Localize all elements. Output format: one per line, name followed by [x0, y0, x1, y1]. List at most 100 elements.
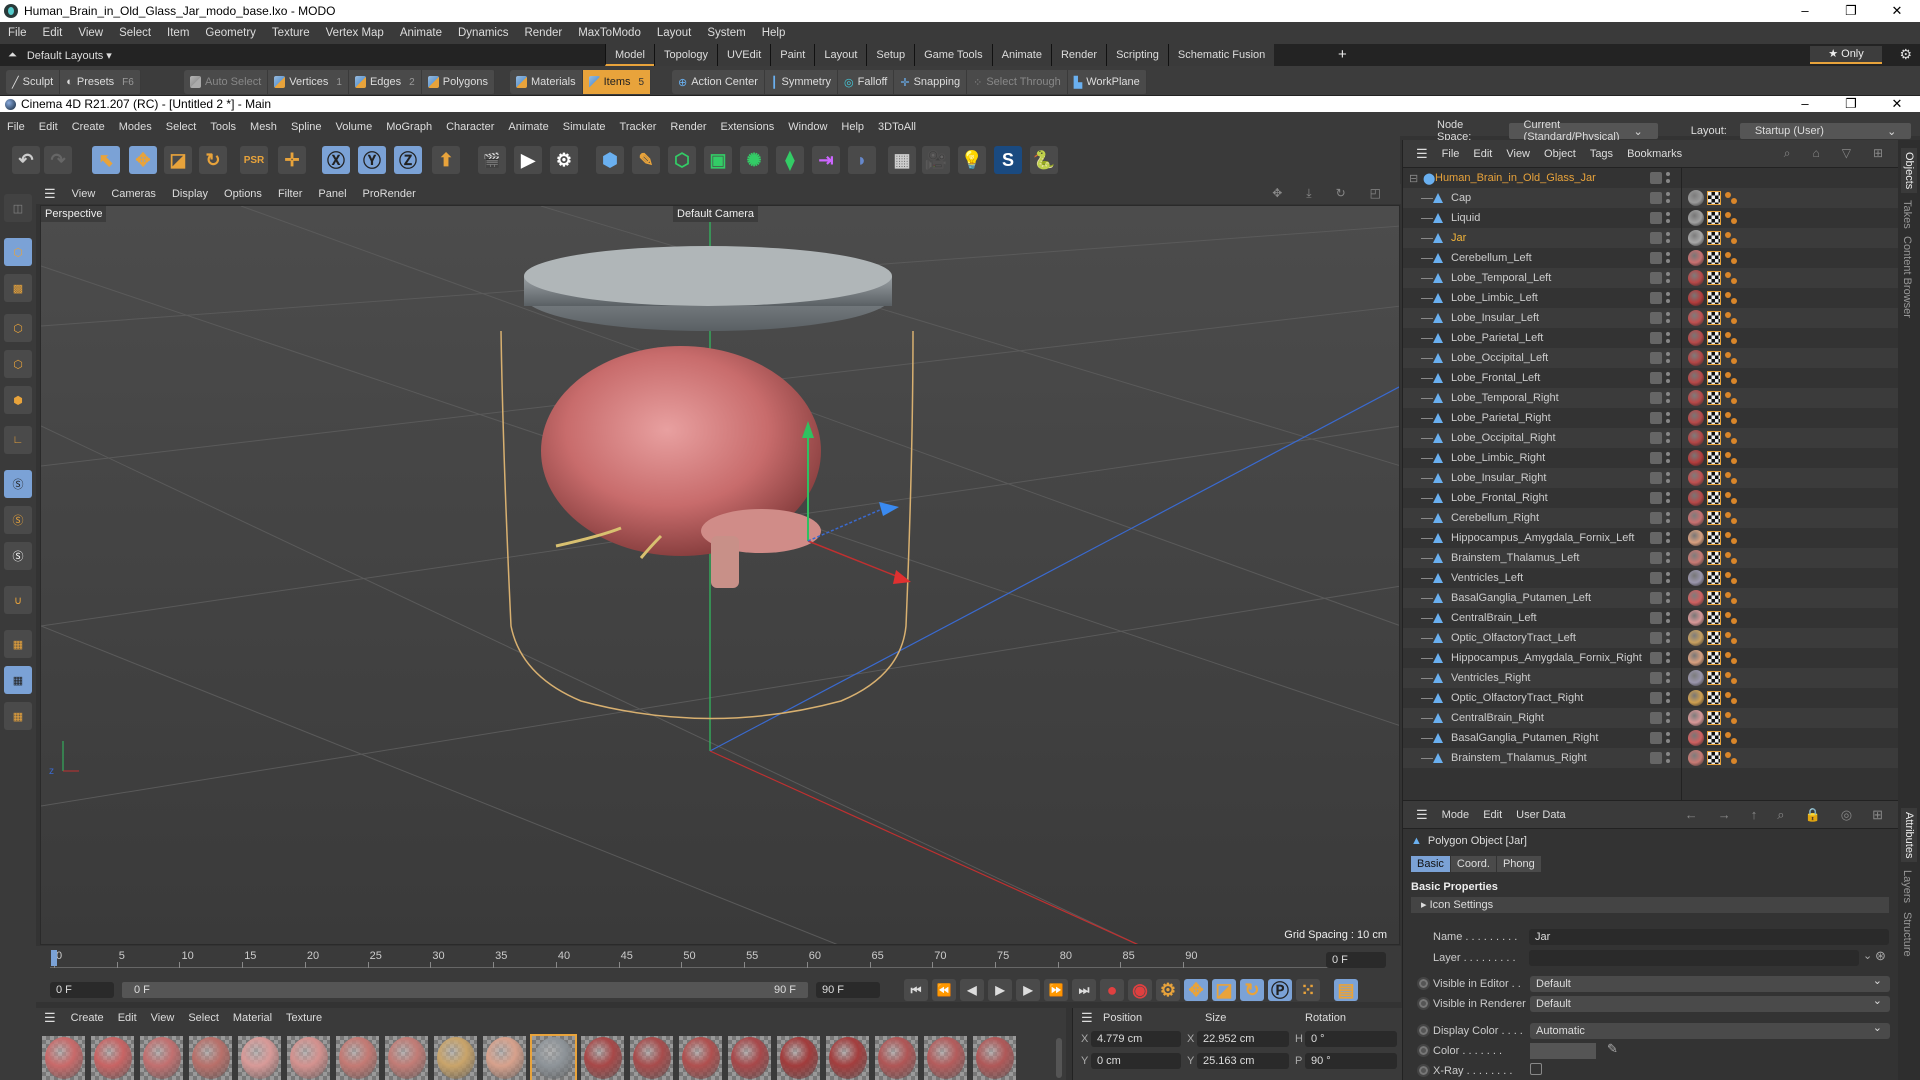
edit-visibility-icon[interactable] [1650, 492, 1662, 504]
axis-mode-icon[interactable]: ∟ [4, 426, 32, 454]
material-tag-icon[interactable] [1688, 330, 1704, 346]
tab-objects[interactable]: Objects [1901, 148, 1917, 194]
edit-visibility-icon[interactable] [1650, 632, 1662, 644]
layer-dropdown-icon[interactable]: ⌄ [1863, 949, 1872, 962]
material-tag-icon[interactable] [1688, 370, 1704, 386]
field-icon[interactable]: ◗ [848, 146, 876, 174]
visibility-dots-icon[interactable] [1666, 432, 1670, 443]
edit-visibility-icon[interactable] [1650, 592, 1662, 604]
phong-tag-icon[interactable] [1725, 391, 1739, 405]
object-row[interactable]: Lobe_Insular_Right [1403, 468, 1898, 488]
material-tag-icon[interactable] [1688, 750, 1704, 766]
solo-off-icon[interactable]: Ⓢ [4, 542, 32, 570]
uvw-tag-icon[interactable] [1707, 471, 1721, 485]
material-thumbnail[interactable] [679, 1036, 722, 1080]
c4d-menu-spline[interactable]: Spline [284, 121, 329, 133]
material-thumbnail[interactable] [973, 1036, 1016, 1080]
visibility-dots-icon[interactable] [1666, 692, 1670, 703]
new-window-icon[interactable]: ⊞ [1866, 146, 1890, 161]
key-scale-button[interactable]: ◪ [1212, 979, 1236, 1001]
visibility-dots-icon[interactable] [1666, 592, 1670, 603]
visibility-dots-icon[interactable] [1666, 472, 1670, 483]
c4d-maximize-button[interactable]: ❐ [1828, 96, 1874, 112]
frame-range-slider[interactable]: 0 F 90 F [122, 982, 808, 998]
playhead[interactable] [51, 950, 57, 966]
collapse-icon[interactable]: ⊟ [1409, 172, 1418, 185]
uvw-tag-icon[interactable] [1707, 251, 1721, 265]
pen-tool-icon[interactable]: ✎ [632, 146, 660, 174]
edges-mode-icon[interactable]: ⬡ [4, 350, 32, 378]
material-tag-icon[interactable] [1688, 690, 1704, 706]
select-through-button[interactable]: ⁘ Select Through [967, 70, 1068, 94]
material-thumbnail[interactable] [777, 1036, 820, 1080]
object-row[interactable]: Lobe_Limbic_Left [1403, 288, 1898, 308]
visibility-dots-icon[interactable] [1666, 752, 1670, 763]
phong-tag-icon[interactable] [1725, 571, 1739, 585]
phong-tag-icon[interactable] [1725, 651, 1739, 665]
phong-tag-icon[interactable] [1725, 511, 1739, 525]
tab-layers[interactable]: Layers [1901, 870, 1913, 903]
edit-visibility-icon[interactable] [1650, 372, 1662, 384]
phong-tag-icon[interactable] [1725, 411, 1739, 425]
phong-tag-icon[interactable] [1725, 491, 1739, 505]
uvw-tag-icon[interactable] [1707, 591, 1721, 605]
rotation-field[interactable]: 0 ° [1305, 1031, 1397, 1047]
modo-menu-animate[interactable]: Animate [392, 27, 450, 39]
3d-viewport[interactable]: z Perspective Default Camera Grid Spacin… [40, 205, 1400, 945]
uvw-tag-icon[interactable] [1707, 311, 1721, 325]
material-tag-icon[interactable] [1688, 290, 1704, 306]
c4d-menu-render[interactable]: Render [663, 121, 713, 133]
visibility-dots-icon[interactable] [1666, 572, 1670, 583]
lock-icon[interactable]: 🔒 [1798, 807, 1828, 823]
material-thumbnail[interactable] [287, 1036, 330, 1080]
xray-checkbox[interactable] [1530, 1063, 1542, 1075]
subdivision-icon[interactable]: ⬡ [668, 146, 696, 174]
plugin-s-icon[interactable]: S [994, 146, 1022, 174]
action-center-button[interactable]: ⊕ Action Center [672, 70, 765, 94]
phong-tag-icon[interactable] [1725, 351, 1739, 365]
phong-tag-icon[interactable] [1725, 471, 1739, 485]
new-window-icon[interactable]: ⊞ [1865, 807, 1890, 823]
uvw-tag-icon[interactable] [1707, 191, 1721, 205]
object-menu-view[interactable]: View [1499, 148, 1537, 160]
material-thumbnail[interactable] [238, 1036, 281, 1080]
material-thumbnail[interactable] [924, 1036, 967, 1080]
modo-tab-schematic-fusion[interactable]: Schematic Fusion [1167, 44, 1275, 66]
edit-visibility-icon[interactable] [1650, 552, 1662, 564]
color-swatch[interactable] [1530, 1043, 1596, 1059]
goto-start-button[interactable]: ⏮ [904, 979, 928, 1001]
edit-visibility-icon[interactable] [1650, 612, 1662, 624]
edit-visibility-icon[interactable] [1650, 272, 1662, 284]
modo-menu-vertex-map[interactable]: Vertex Map [318, 27, 392, 39]
object-row[interactable]: Lobe_Temporal_Left [1403, 268, 1898, 288]
modo-menu-texture[interactable]: Texture [264, 27, 318, 39]
key-parameter-button[interactable]: Ⓟ [1268, 979, 1292, 1001]
visibility-dots-icon[interactable] [1666, 292, 1670, 303]
phong-tag-icon[interactable] [1725, 551, 1739, 565]
scale-tool-icon[interactable]: ◪ [164, 146, 192, 174]
position-field[interactable]: 0 cm [1091, 1053, 1181, 1069]
object-menu-file[interactable]: File [1435, 148, 1467, 160]
deformer-icon[interactable]: ⇥ [812, 146, 840, 174]
phong-tag-icon[interactable] [1725, 431, 1739, 445]
phong-tag-icon[interactable] [1725, 611, 1739, 625]
object-row[interactable]: Lobe_Frontal_Right [1403, 488, 1898, 508]
material-menu-view[interactable]: View [144, 1012, 182, 1024]
c4d-close-button[interactable]: ✕ [1874, 96, 1920, 112]
material-tag-icon[interactable] [1688, 310, 1704, 326]
cloner-icon[interactable]: ✺ [740, 146, 768, 174]
next-frame-button[interactable]: ▶ [1016, 979, 1040, 1001]
up-arrow-icon[interactable]: ↑ [1744, 807, 1765, 823]
rotate-view-icon[interactable]: ↻ [1328, 186, 1354, 201]
undo-icon[interactable]: ↶ [12, 146, 40, 174]
material-thumbnail[interactable] [434, 1036, 477, 1080]
items-button[interactable]: Items 5 [582, 70, 652, 94]
modo-tab-game-tools[interactable]: Game Tools [914, 44, 992, 66]
material-thumbnail[interactable] [42, 1036, 85, 1080]
modo-menu-system[interactable]: System [699, 27, 753, 39]
object-row[interactable]: Lobe_Frontal_Left [1403, 368, 1898, 388]
target-icon[interactable]: ◎ [1834, 807, 1859, 823]
viewport-menu-display[interactable]: Display [164, 188, 216, 200]
material-scrollbar[interactable] [1056, 1038, 1062, 1078]
icon-settings-toggle[interactable]: ▸ Icon Settings [1411, 897, 1889, 913]
